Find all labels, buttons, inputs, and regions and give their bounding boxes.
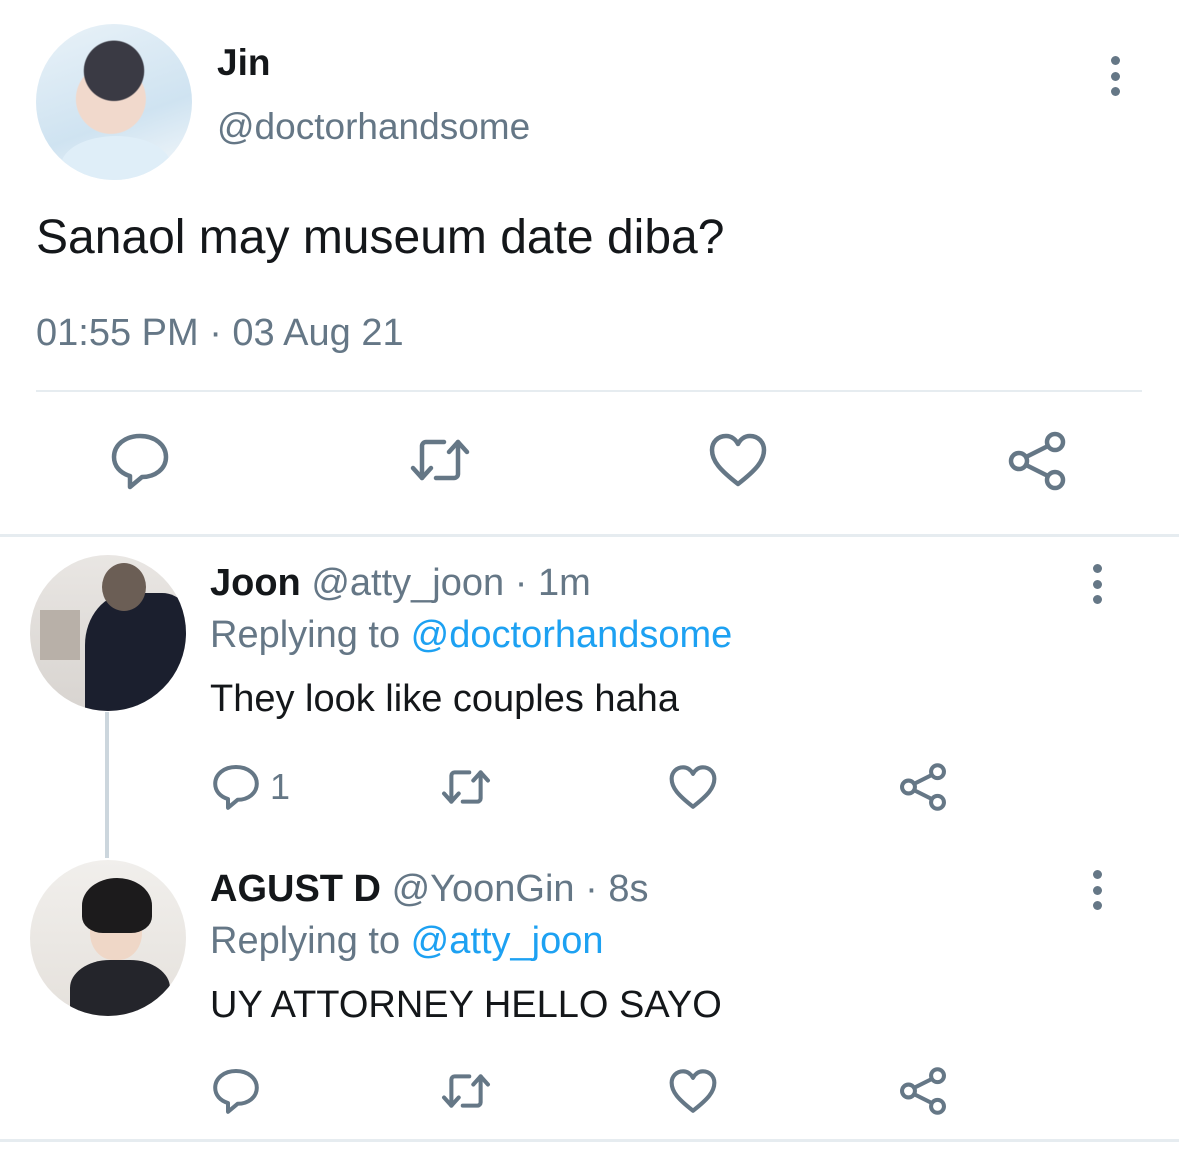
like-button[interactable] [708,432,768,488]
replying-to-label: Replying to [210,614,411,656]
retweet-icon [442,1074,490,1108]
divider [36,390,1142,392]
reply-button[interactable] [110,430,170,492]
avatar[interactable] [30,555,186,711]
more-options-icon[interactable] [1091,564,1103,604]
reply-button[interactable] [212,1066,270,1116]
tweet-thread: Jin @doctorhandsome Sanaol may museum da… [0,0,1179,1167]
share-icon [900,1067,946,1115]
like-button[interactable] [668,1068,718,1114]
retweet-button[interactable] [440,1068,492,1114]
tweet-text: Sanaol may museum date diba? [36,211,725,264]
reply-header: AGUST D @YoonGin · 8s [210,868,648,911]
retweet-button[interactable] [408,432,472,488]
reply-author-name[interactable]: Joon [210,562,301,604]
more-options-icon[interactable] [1109,56,1121,96]
mention-link[interactable]: @atty_joon [411,920,604,962]
author-name[interactable]: Jin [217,42,270,84]
avatar-shirt [61,136,171,180]
share-button[interactable] [898,1066,948,1116]
like-icon [669,765,717,809]
reply-actions: 1 [0,762,1179,812]
avatar[interactable] [36,24,192,180]
reply-time[interactable]: 8s [608,868,648,910]
mention-link[interactable]: @doctorhandsome [411,614,733,656]
divider [0,534,1179,537]
tweet-timestamp[interactable]: 01:55 PM · 03 Aug 21 [36,312,404,355]
tweet-actions [0,430,1179,494]
reply-icon [213,765,259,810]
avatar[interactable] [30,860,186,1016]
share-button[interactable] [898,762,948,812]
retweet-icon [442,770,490,804]
reply-icon [111,433,169,490]
replying-to: Replying to @atty_joon [210,920,603,963]
reply-text: They look like couples haha [210,678,679,720]
replying-to-label: Replying to [210,920,411,962]
retweet-icon [410,439,470,481]
reply-button[interactable]: 1 [212,762,290,812]
divider [0,1139,1179,1142]
avatar-detail [40,610,80,660]
reply-count: 1 [270,766,291,807]
avatar-detail [85,593,186,711]
avatar-detail [102,563,146,611]
share-icon [900,763,946,811]
like-icon [709,433,767,487]
reply-text: UY ATTORNEY HELLO SAYO [210,984,722,1026]
reply-icon [213,1069,259,1114]
separator: · [574,868,609,910]
avatar-detail [70,960,170,1016]
avatar-detail [82,878,152,933]
reply-author-name[interactable]: AGUST D [210,868,381,910]
like-button[interactable] [668,764,718,810]
retweet-button[interactable] [440,764,492,810]
like-icon [669,1069,717,1113]
share-icon [1008,431,1066,491]
reply-time[interactable]: 1m [538,562,591,604]
author-handle[interactable]: @doctorhandsome [217,106,530,148]
reply-actions [0,1066,1179,1116]
reply-header: Joon @atty_joon · 1m [210,562,591,605]
reply-author-handle[interactable]: @YoonGin [392,868,575,910]
separator: · [504,562,538,604]
share-button[interactable] [1006,430,1068,492]
reply-author-handle[interactable]: @atty_joon [311,562,504,604]
replying-to: Replying to @doctorhandsome [210,614,732,657]
more-options-icon[interactable] [1091,870,1103,910]
